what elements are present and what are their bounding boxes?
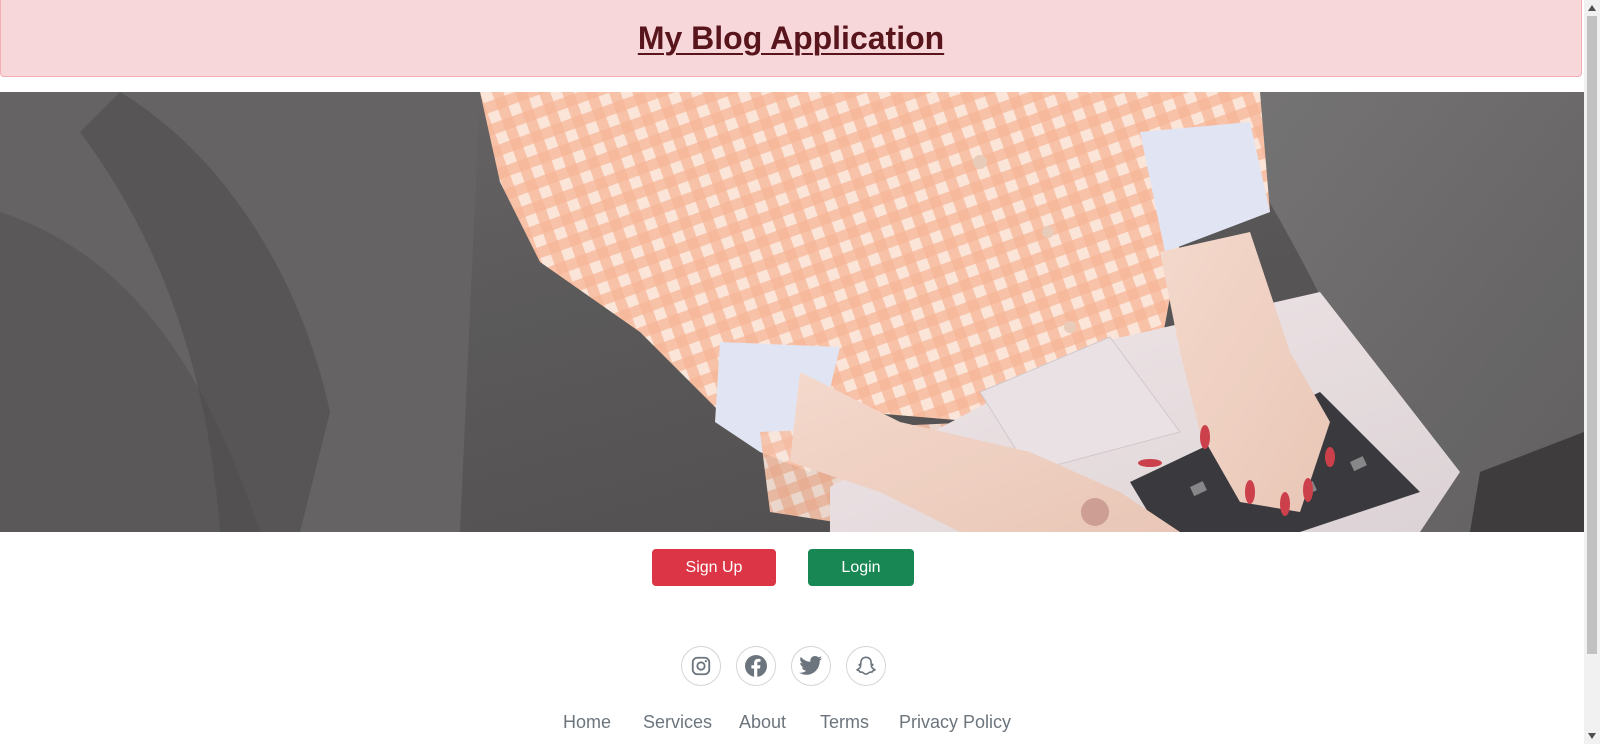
instagram-link[interactable]	[681, 646, 721, 686]
action-buttons: Sign Up Here! Login Here!	[0, 549, 1584, 613]
facebook-link[interactable]	[736, 646, 776, 686]
footer-link-privacy-policy[interactable]: Privacy Policy	[899, 712, 1011, 733]
footer-nav: Home Services About Terms Privacy Policy	[0, 712, 1584, 740]
snapchat-icon	[856, 656, 876, 675]
signup-button[interactable]: Sign Up Here!	[652, 549, 776, 613]
site-header: My Blog Application	[0, 0, 1582, 77]
footer-link-about[interactable]: About	[739, 712, 786, 733]
instagram-icon	[691, 656, 711, 676]
twitter-link[interactable]	[791, 646, 831, 686]
footer-link-home[interactable]: Home	[563, 712, 611, 733]
page: My Blog Application Sign Up Here! Login …	[0, 0, 1600, 744]
snapchat-link[interactable]	[846, 646, 886, 686]
twitter-icon	[799, 656, 822, 675]
social-links	[0, 646, 1584, 686]
site-title[interactable]: My Blog Application	[638, 20, 944, 57]
scroll-up-arrow-icon[interactable]	[1584, 1, 1600, 15]
footer-link-services[interactable]: Services	[643, 712, 712, 733]
viewport: My Blog Application Sign Up Here! Login …	[0, 0, 1584, 744]
vertical-scrollbar[interactable]	[1584, 0, 1600, 744]
hero-image	[0, 92, 1584, 532]
facebook-icon	[745, 655, 767, 677]
scroll-down-arrow-icon[interactable]	[1584, 729, 1600, 743]
login-button[interactable]: Login Here!	[808, 549, 914, 613]
scrollbar-thumb[interactable]	[1587, 16, 1597, 654]
footer-link-terms[interactable]: Terms	[820, 712, 869, 733]
woman-typing-on-laptop-photo	[0, 92, 1584, 532]
